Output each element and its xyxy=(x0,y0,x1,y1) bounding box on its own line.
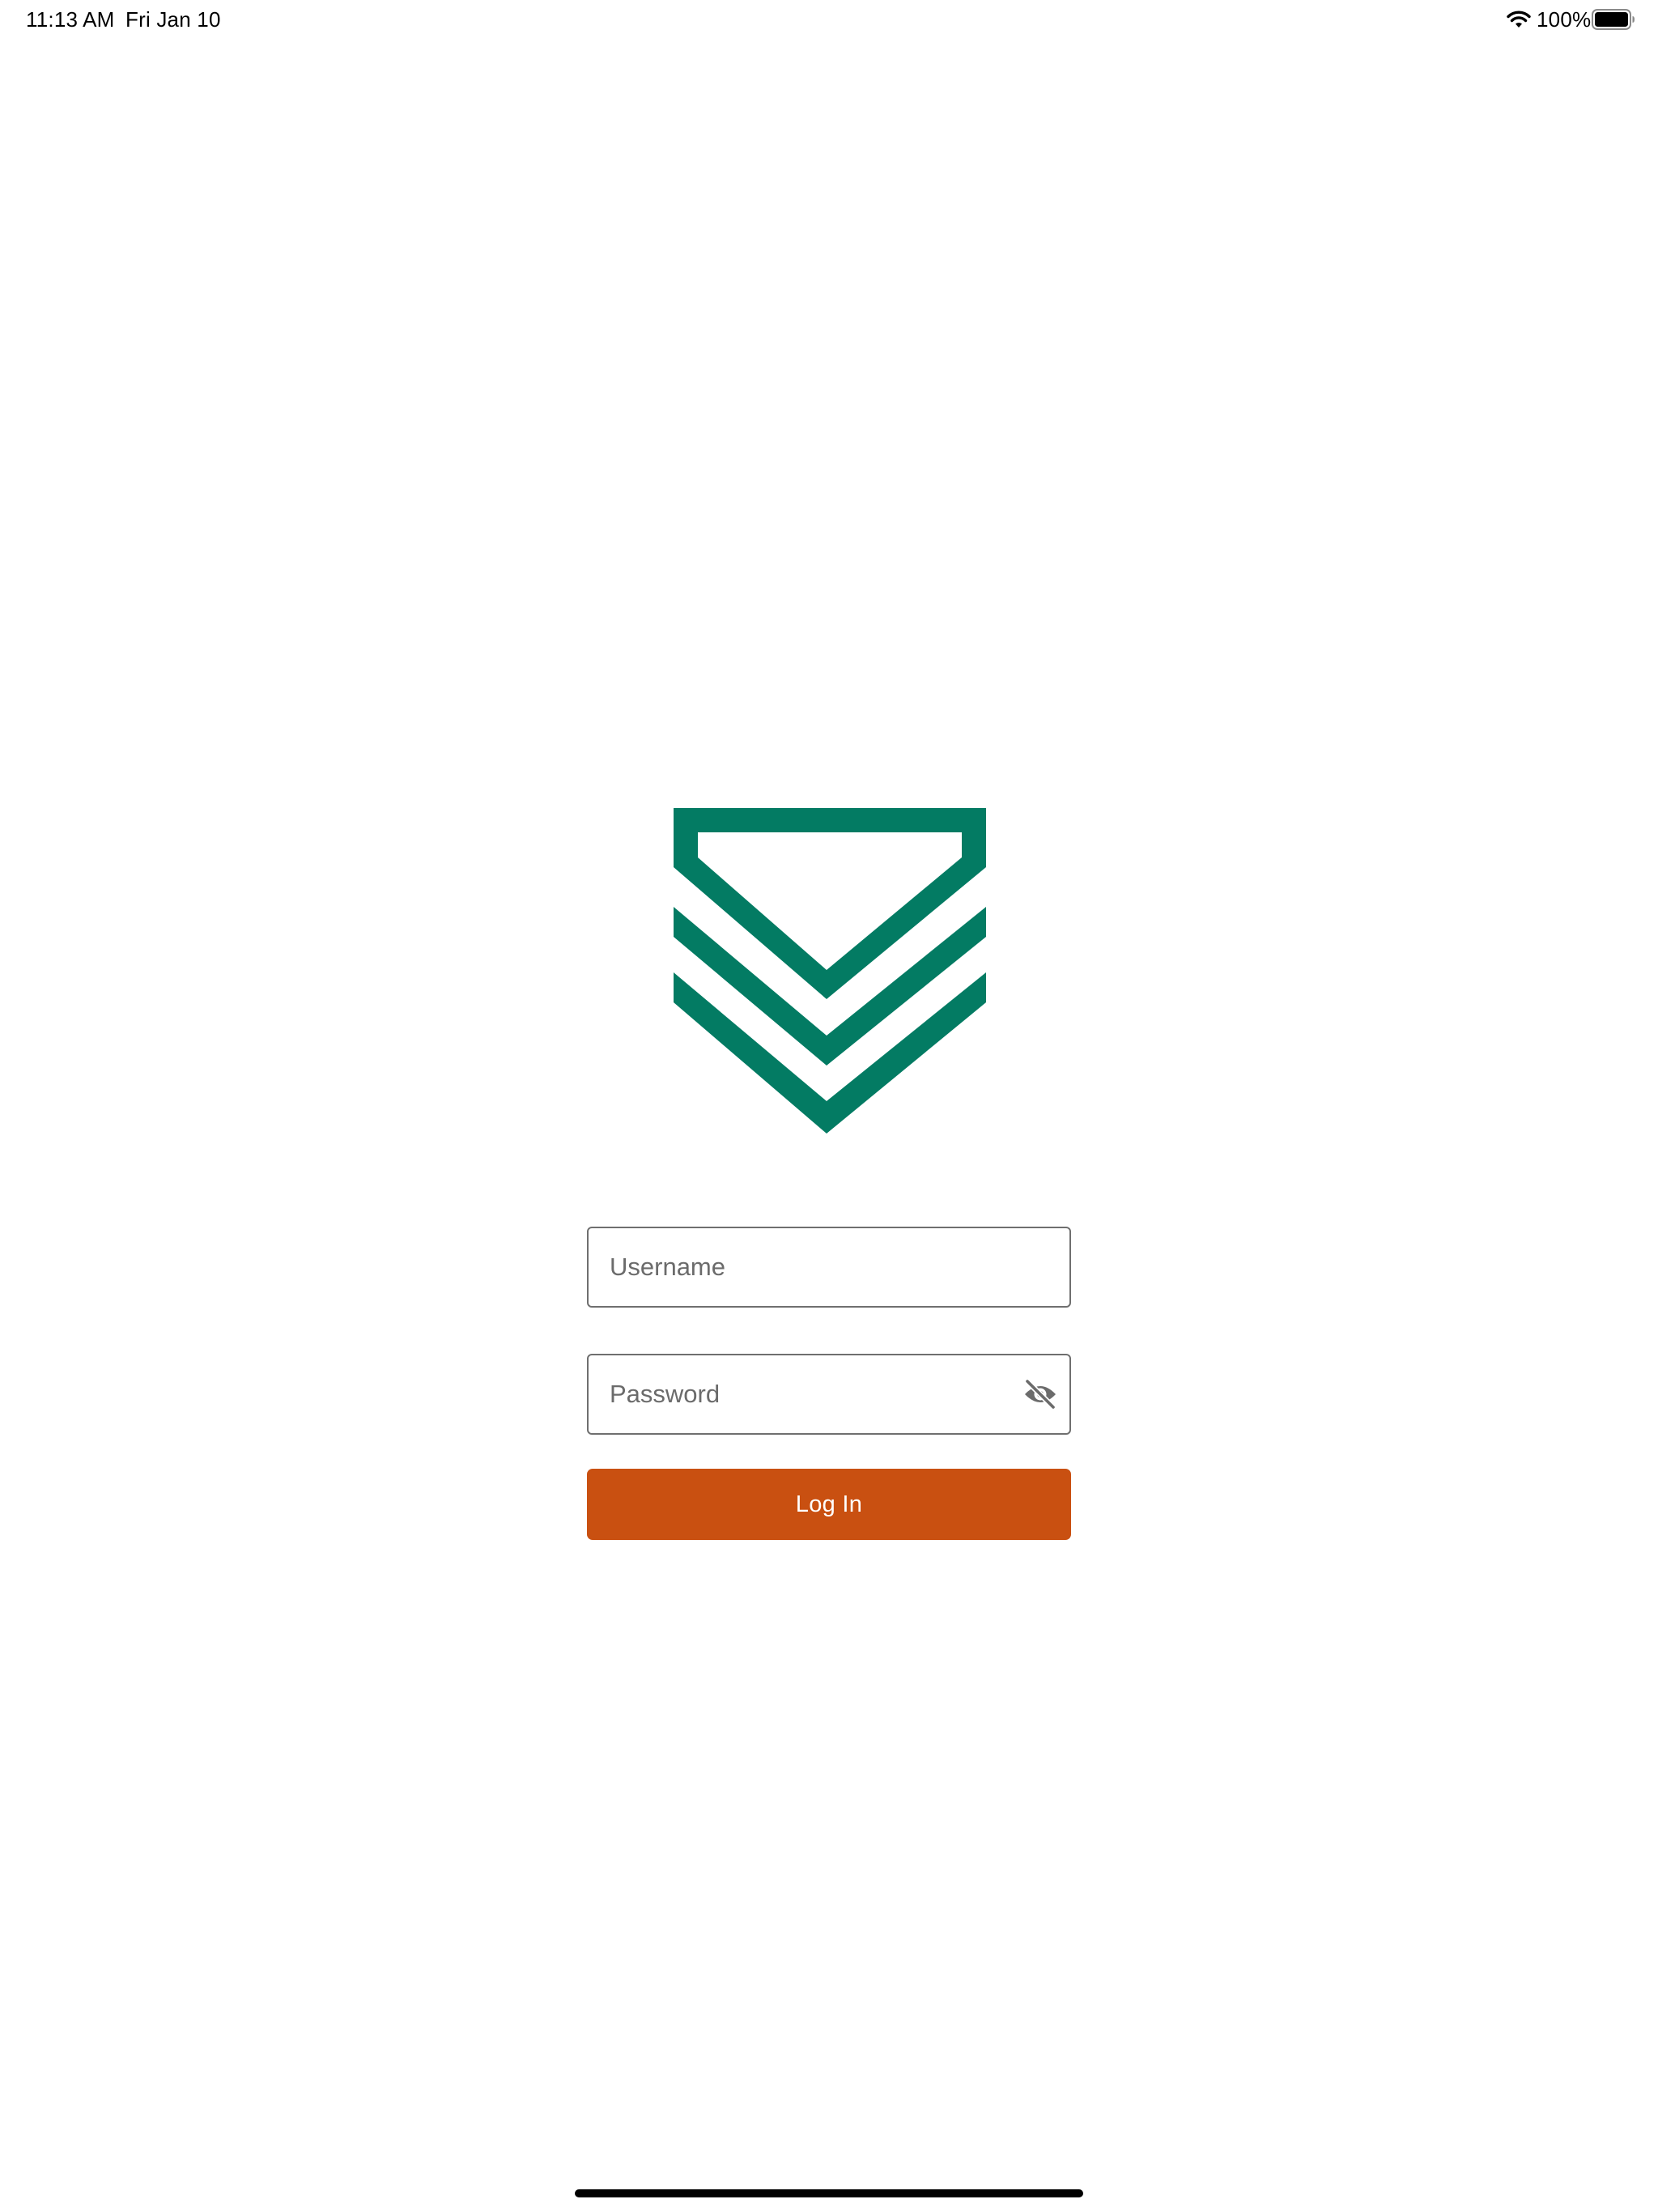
username-field[interactable] xyxy=(587,1227,1071,1308)
login-button[interactable]: Log In xyxy=(587,1469,1071,1540)
status-time: 11:13 AM xyxy=(26,7,115,32)
status-date: Fri Jan 10 xyxy=(125,7,221,32)
battery-icon xyxy=(1592,9,1635,30)
home-indicator[interactable] xyxy=(575,2189,1083,2197)
username-input[interactable] xyxy=(610,1228,1047,1306)
password-input[interactable] xyxy=(610,1355,998,1433)
battery-percent: 100% xyxy=(1537,7,1592,32)
password-field[interactable] xyxy=(587,1354,1071,1435)
login-screen: 11:13 AM Fri Jan 10 100% Username Log In xyxy=(0,0,1658,2212)
chevron-shield-logo xyxy=(674,808,986,1134)
eye-slash-icon[interactable] xyxy=(1022,1378,1058,1410)
wifi-icon xyxy=(1507,11,1531,28)
status-bar: 11:13 AM Fri Jan 10 100% xyxy=(0,0,1658,39)
